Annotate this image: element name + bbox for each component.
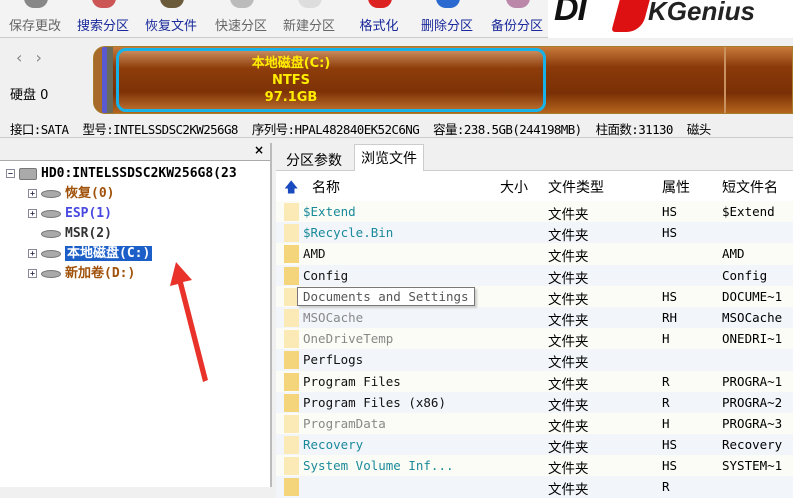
- annotation-arrow: [170, 262, 208, 382]
- red-arrow-icon: [170, 262, 208, 382]
